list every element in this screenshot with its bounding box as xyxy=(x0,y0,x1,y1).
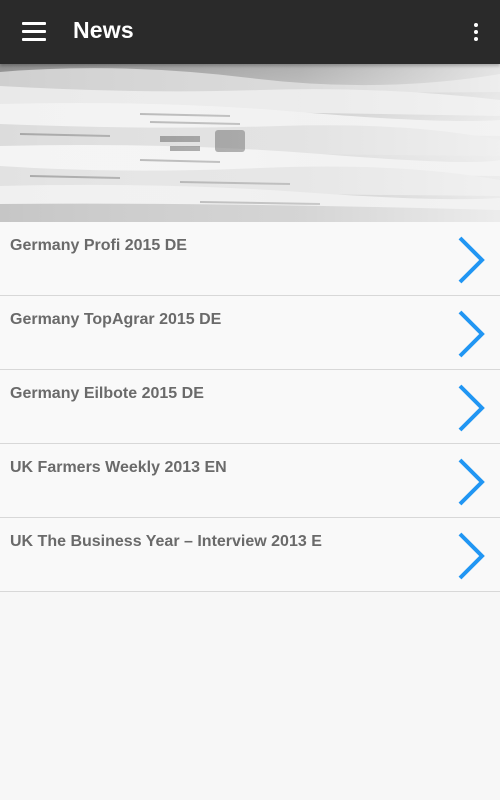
news-list: Germany Profi 2015 DE Germany TopAgrar 2… xyxy=(0,222,500,592)
chevron-right-icon xyxy=(458,236,485,284)
list-item-label: Germany Profi 2015 DE xyxy=(10,237,187,254)
list-item[interactable]: Germany Profi 2015 DE xyxy=(0,222,500,296)
newspaper-stack-illustration xyxy=(0,64,500,222)
list-item-label: UK The Business Year – Interview 2013 E xyxy=(10,533,322,550)
page-title: News xyxy=(73,17,134,43)
chevron-right-icon xyxy=(458,532,485,580)
app-toolbar: News xyxy=(0,0,500,64)
list-item[interactable]: Germany TopAgrar 2015 DE xyxy=(0,296,500,370)
list-item[interactable]: Germany Eilbote 2015 DE xyxy=(0,370,500,444)
chevron-right-icon xyxy=(458,384,485,432)
list-item-label: UK Farmers Weekly 2013 EN xyxy=(10,459,227,476)
more-vert-icon[interactable] xyxy=(460,10,492,54)
list-item[interactable]: UK The Business Year – Interview 2013 E xyxy=(0,518,500,592)
list-item[interactable]: UK Farmers Weekly 2013 EN xyxy=(0,444,500,518)
list-item-label: Germany Eilbote 2015 DE xyxy=(10,385,204,402)
hero-newspaper-image xyxy=(0,64,500,222)
hamburger-menu-icon[interactable] xyxy=(10,10,58,54)
app-screen: News Germany Profi 2015 DE Germany TopAg… xyxy=(0,0,500,800)
chevron-right-icon xyxy=(458,458,485,506)
chevron-right-icon xyxy=(458,310,485,358)
list-item-label: Germany TopAgrar 2015 DE xyxy=(10,311,222,328)
